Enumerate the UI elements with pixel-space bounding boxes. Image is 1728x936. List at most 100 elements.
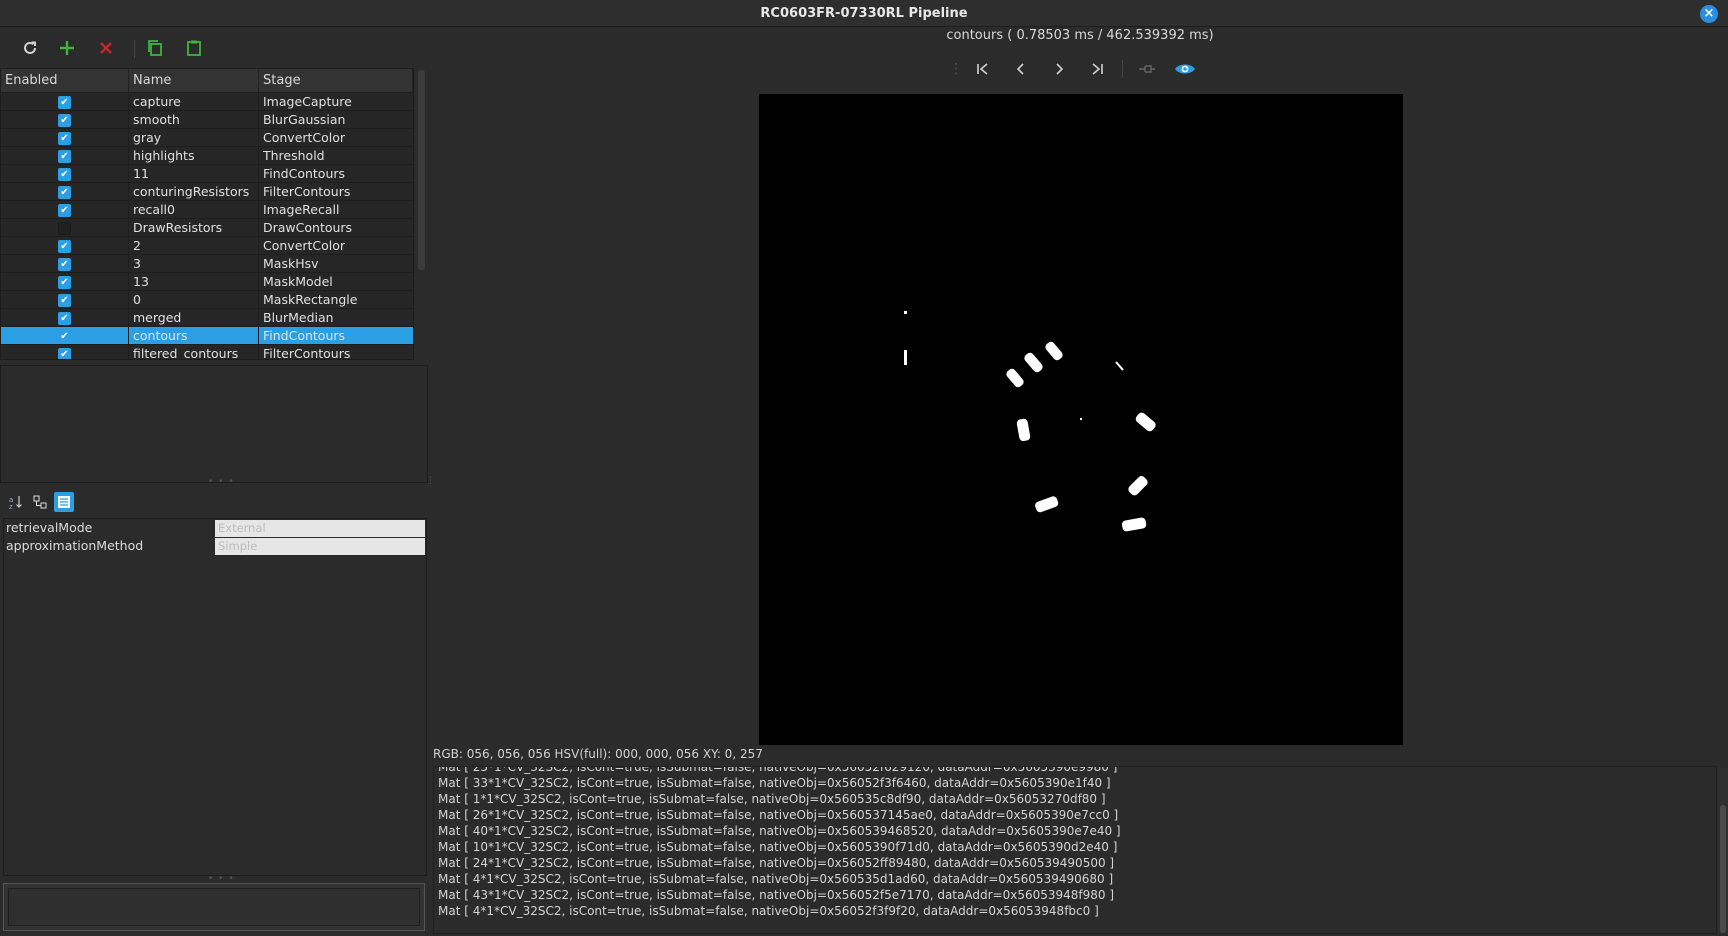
splitter-handle[interactable]: • • • <box>208 477 235 487</box>
sort-alpha-button[interactable]: az <box>6 492 26 512</box>
pin-button[interactable] <box>1134 56 1160 82</box>
property-toolbar: az <box>4 490 84 516</box>
table-row[interactable]: ✔ 3 MaskHsv <box>1 255 413 273</box>
stage-type-cell[interactable]: Threshold <box>259 147 413 165</box>
enabled-checkbox[interactable]: ✔ <box>58 294 71 307</box>
categorized-button[interactable] <box>30 492 50 512</box>
enabled-checkbox[interactable]: ✔ <box>58 150 71 163</box>
add-stage-button[interactable] <box>55 36 79 60</box>
stage-name-cell[interactable]: 2 <box>129 237 259 255</box>
table-row[interactable]: DrawResistors DrawContours <box>1 219 413 237</box>
enabled-checkbox[interactable]: ✔ <box>58 330 71 343</box>
enabled-checkbox[interactable]: ✔ <box>58 96 71 109</box>
table-row[interactable]: ✔ recall0 ImageRecall <box>1 201 413 219</box>
column-enabled-header[interactable]: Enabled <box>1 69 129 93</box>
table-row[interactable]: ✔ capture ImageCapture <box>1 93 413 111</box>
table-row[interactable]: ✔ merged BlurMedian <box>1 309 413 327</box>
stage-name-cell[interactable]: recall0 <box>129 201 259 219</box>
pipeline-toolbar <box>0 32 430 64</box>
stage-type-cell[interactable]: FindContours <box>259 327 413 345</box>
log-line: Mat [ 24*1*CV_32SC2, isCont=true, isSubm… <box>438 856 1115 870</box>
command-input-frame <box>3 883 425 931</box>
previous-icon <box>1016 63 1024 75</box>
stage-name-cell[interactable]: gray <box>129 129 259 147</box>
splitter-handle-vertical[interactable]: ⋮ <box>426 476 436 486</box>
stage-name-cell[interactable]: smooth <box>129 111 259 129</box>
contour-blob <box>1006 368 1024 388</box>
table-scrollbar[interactable] <box>418 70 425 270</box>
enabled-checkbox[interactable]: ✔ <box>58 132 71 145</box>
stage-type-cell[interactable]: MaskModel <box>259 273 413 291</box>
stage-name-cell[interactable]: 3 <box>129 255 259 273</box>
table-row[interactable]: ✔ 11 FindContours <box>1 165 413 183</box>
table-row[interactable]: ✔ conturingResistors FilterContours <box>1 183 413 201</box>
stage-type-cell[interactable]: MaskHsv <box>259 255 413 273</box>
enabled-checkbox[interactable]: ✔ <box>58 276 71 289</box>
stage-type-cell[interactable]: FilterContours <box>259 345 413 359</box>
delete-stage-button[interactable] <box>94 36 118 60</box>
add-icon <box>60 41 74 55</box>
stage-type-cell[interactable]: ImageCapture <box>259 93 413 111</box>
table-row[interactable]: ✔ 2 ConvertColor <box>1 237 413 255</box>
close-icon[interactable]: × <box>1700 5 1718 23</box>
stage-name-cell[interactable]: merged <box>129 309 259 327</box>
enabled-checkbox[interactable]: ✔ <box>58 204 71 217</box>
enabled-checkbox[interactable]: ✔ <box>58 114 71 127</box>
log-scrollbar[interactable] <box>1720 805 1726 933</box>
property-row: retrievalMode External <box>4 519 426 537</box>
refresh-button[interactable] <box>18 36 42 60</box>
stage-type-cell[interactable]: MaskRectangle <box>259 291 413 309</box>
stage-name-cell[interactable]: filtered_contours <box>129 345 259 359</box>
column-name-header[interactable]: Name <box>129 69 259 93</box>
stage-type-cell[interactable]: FilterContours <box>259 183 413 201</box>
enabled-checkbox[interactable] <box>58 222 71 235</box>
stage-type-cell[interactable]: ConvertColor <box>259 237 413 255</box>
svg-text:z: z <box>9 503 13 510</box>
stage-type-cell[interactable]: DrawContours <box>259 219 413 237</box>
table-row[interactable]: ✔ 13 MaskModel <box>1 273 413 291</box>
property-editor: retrievalMode External approximationMethod… <box>3 518 427 876</box>
next-frame-button[interactable] <box>1046 56 1072 82</box>
stage-type-cell[interactable]: ConvertColor <box>259 129 413 147</box>
stage-name-cell[interactable]: 11 <box>129 165 259 183</box>
stage-type-cell[interactable]: FindContours <box>259 165 413 183</box>
paste-button[interactable] <box>182 36 206 60</box>
previous-frame-button[interactable] <box>1008 56 1034 82</box>
stage-name-cell[interactable]: DrawResistors <box>129 219 259 237</box>
stage-name-cell[interactable]: highlights <box>129 147 259 165</box>
enabled-checkbox[interactable]: ✔ <box>58 348 71 359</box>
stage-type-cell[interactable]: ImageRecall <box>259 201 413 219</box>
table-row[interactable]: ✔ 0 MaskRectangle <box>1 291 413 309</box>
stage-name-cell[interactable]: contours <box>129 327 259 345</box>
log-output[interactable]: Mat [ 25*1*CV_32SC2, isCont=true, isSubm… <box>433 766 1717 934</box>
enabled-checkbox[interactable]: ✔ <box>58 168 71 181</box>
stage-name-cell[interactable]: 13 <box>129 273 259 291</box>
enabled-cell: ✔ <box>1 291 129 309</box>
stage-name-cell[interactable]: 0 <box>129 291 259 309</box>
command-input[interactable] <box>8 888 420 926</box>
last-frame-button[interactable] <box>1084 56 1110 82</box>
table-row[interactable]: ✔ gray ConvertColor <box>1 129 413 147</box>
table-row[interactable]: ✔ contours FindContours <box>1 327 413 345</box>
property-name: approximationMethod <box>6 538 144 553</box>
column-stage-header[interactable]: Stage <box>259 69 413 93</box>
enabled-checkbox[interactable]: ✔ <box>58 258 71 271</box>
table-row[interactable]: ✔ filtered_contours FilterContours <box>1 345 413 359</box>
enabled-checkbox[interactable]: ✔ <box>58 186 71 199</box>
enabled-checkbox[interactable]: ✔ <box>58 240 71 253</box>
table-row[interactable]: ✔ smooth BlurGaussian <box>1 111 413 129</box>
list-view-button[interactable] <box>54 492 74 512</box>
stage-name-cell[interactable]: conturingResistors <box>129 183 259 201</box>
stage-name-cell[interactable]: capture <box>129 93 259 111</box>
property-value[interactable]: External <box>215 520 425 537</box>
image-preview[interactable] <box>759 94 1403 745</box>
stage-type-cell[interactable]: BlurGaussian <box>259 111 413 129</box>
log-line: Mat [ 4*1*CV_32SC2, isCont=true, isSubma… <box>438 872 1114 886</box>
first-frame-button[interactable] <box>970 56 996 82</box>
table-row[interactable]: ✔ highlights Threshold <box>1 147 413 165</box>
stage-type-cell[interactable]: BlurMedian <box>259 309 413 327</box>
enabled-checkbox[interactable]: ✔ <box>58 312 71 325</box>
preview-toggle-button[interactable] <box>1172 56 1198 82</box>
property-value[interactable]: Simple <box>215 538 425 555</box>
copy-button[interactable] <box>143 36 167 60</box>
